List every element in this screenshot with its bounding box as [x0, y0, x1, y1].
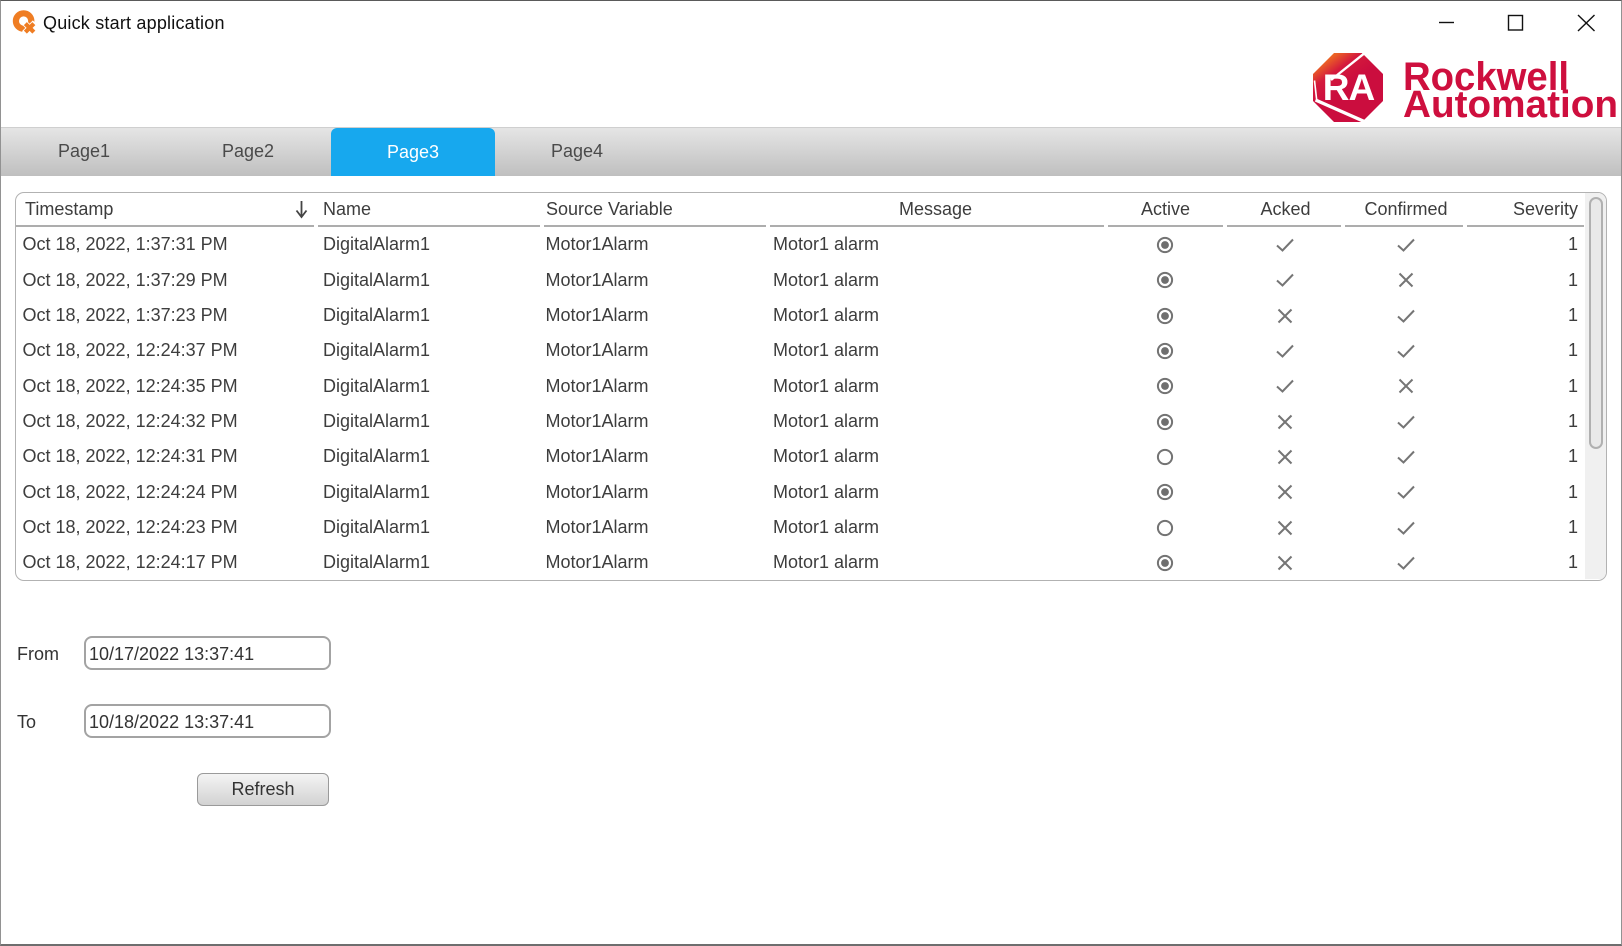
svg-text:RA: RA	[1323, 67, 1375, 108]
svg-text:Automation: Automation	[1403, 84, 1618, 123]
